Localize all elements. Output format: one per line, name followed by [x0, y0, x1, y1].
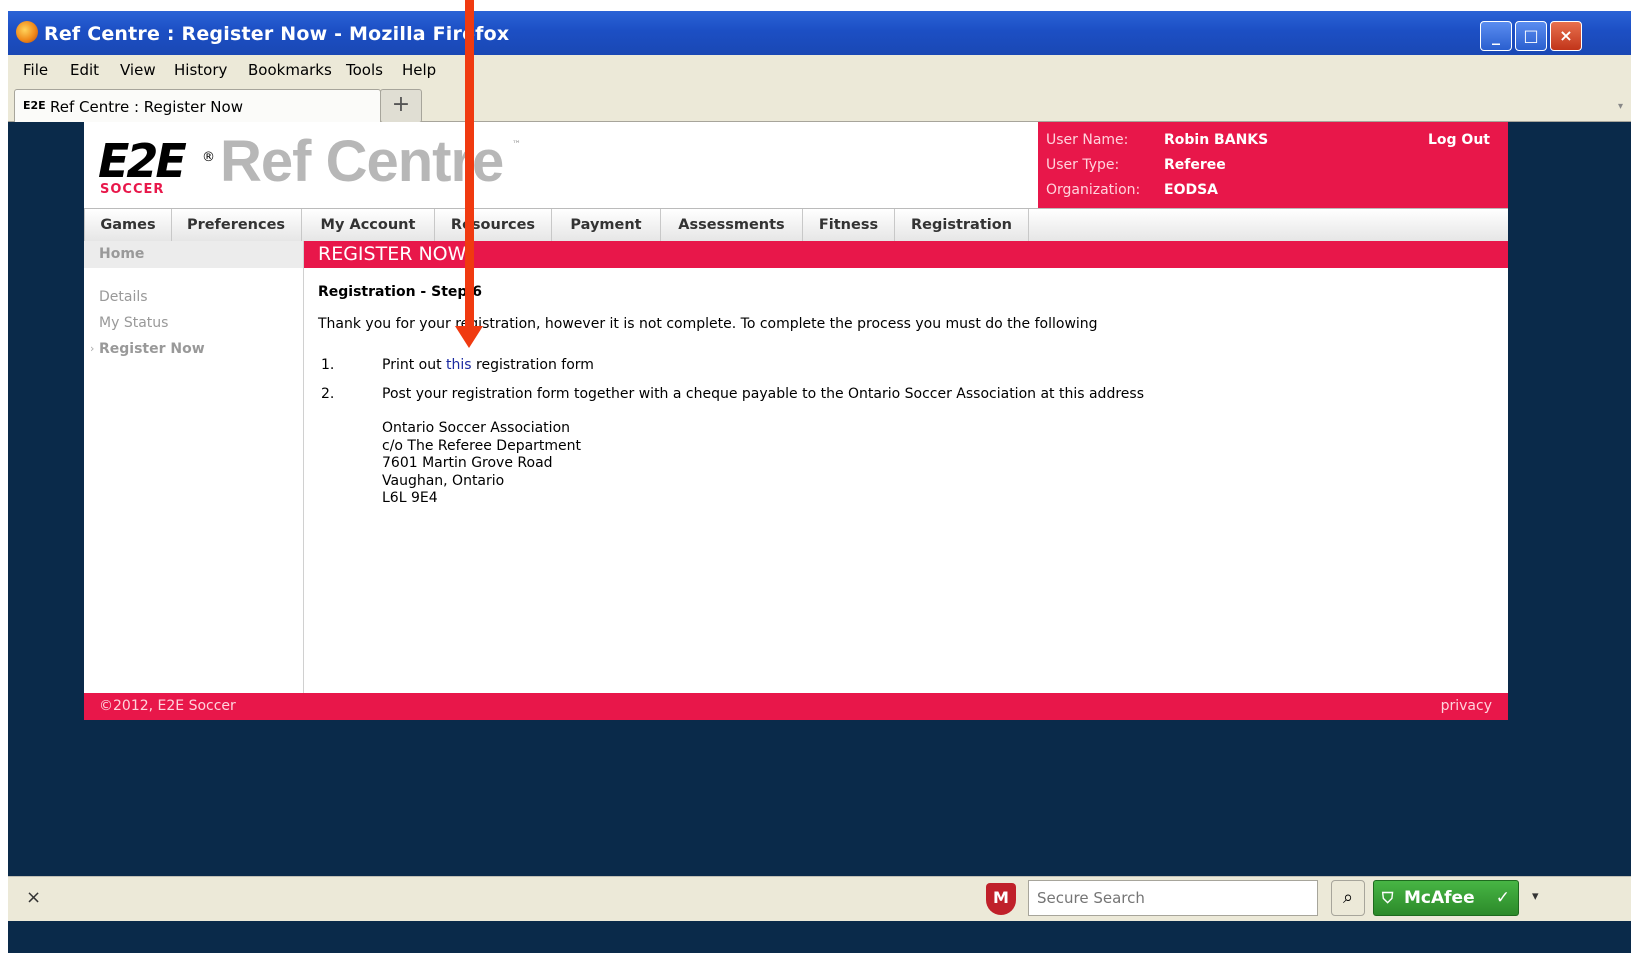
web-page: E2E SOCCER ® Ref Centre ™ User Name: Rob… [84, 122, 1508, 720]
new-tab-button[interactable]: + [380, 89, 422, 123]
annotation-arrow-shaft [465, 0, 474, 330]
sidebar-item-register-now[interactable]: Register Now [99, 341, 205, 357]
annotation-arrow-icon [455, 326, 483, 348]
user-type-label: User Type: [1046, 157, 1120, 173]
site-favicon: E2E [23, 99, 46, 112]
secure-search-box [1028, 880, 1318, 916]
status-bar: × M ⌕ ⛉ McAfee ✓ ▾ [8, 876, 1631, 921]
menu-edit[interactable]: Edit [70, 61, 99, 79]
list-item-print: Print out this registration form [382, 357, 594, 373]
user-name-label: User Name: [1046, 132, 1129, 148]
sidebar-home-label: Home [99, 246, 145, 262]
registered-mark: ® [202, 150, 215, 165]
print-text-pre: Print out [382, 357, 447, 373]
sidebar-home[interactable]: Home [84, 241, 303, 268]
nav-payment[interactable]: Payment [552, 209, 661, 241]
page-heading-text: REGISTER NOW [318, 243, 467, 265]
menu-view[interactable]: View [120, 61, 156, 79]
copyright-text: ©2012, E2E Soccer [99, 698, 236, 714]
search-icon[interactable]: ⌕ [1331, 880, 1365, 916]
menu-bar: File Edit View History Bookmarks Tools H… [8, 55, 1631, 85]
site-footer: ©2012, E2E Soccer privacy [84, 693, 1508, 720]
step-title: Registration - Step 6 [318, 284, 483, 300]
user-info-panel: User Name: Robin BANKS User Type: Refere… [1038, 122, 1508, 208]
organization-value: EODSA [1164, 182, 1219, 198]
mailing-address: Ontario Soccer Association c/o The Refer… [382, 420, 581, 508]
chevron-down-icon[interactable]: ▾ [1532, 889, 1539, 904]
main-content: REGISTER NOW Registration - Step 6 Thank… [304, 241, 1508, 693]
user-type-value: Referee [1164, 157, 1226, 173]
brand-title: Ref Centre [220, 129, 504, 194]
secure-search-input[interactable] [1035, 882, 1309, 914]
tab-bar: E2E Ref Centre : Register Now + ▾ [8, 85, 1631, 123]
menu-file[interactable]: File [23, 61, 48, 79]
check-icon: ✓ [1495, 888, 1510, 908]
nav-registration[interactable]: Registration [895, 209, 1029, 241]
print-text-post: registration form [471, 357, 594, 373]
main-nav: Games Preferences My Account Resources P… [84, 208, 1508, 242]
registration-form-link[interactable]: this [446, 357, 472, 373]
menu-history[interactable]: History [174, 61, 227, 79]
address-line: Ontario Soccer Association [382, 420, 571, 436]
user-name-value: Robin BANKS [1164, 132, 1269, 148]
browser-tab[interactable]: E2E Ref Centre : Register Now [14, 89, 381, 122]
menu-bookmarks[interactable]: Bookmarks [248, 61, 332, 79]
mcafee-label: McAfee [1404, 888, 1475, 908]
sidebar: Home Details My Status › Register Now [84, 241, 304, 693]
mcafee-shield-icon[interactable]: M [986, 883, 1016, 915]
minimize-button[interactable]: _ [1480, 21, 1512, 51]
logo-text: E2E [98, 134, 187, 188]
mcafee-button[interactable]: ⛉ McAfee ✓ [1373, 880, 1519, 916]
nav-assessments[interactable]: Assessments [661, 209, 803, 241]
logo-subtext: SOCCER [100, 182, 165, 197]
privacy-link[interactable]: privacy [1441, 693, 1492, 720]
nav-preferences[interactable]: Preferences [171, 209, 302, 241]
instruction-message: Thank you for your registration, however… [318, 316, 1098, 332]
menu-tools[interactable]: Tools [346, 61, 383, 79]
trademark-mark: ™ [512, 140, 521, 150]
nav-fitness[interactable]: Fitness [803, 209, 895, 241]
log-out-link[interactable]: Log Out [1428, 132, 1490, 148]
list-number-2: 2. [321, 386, 335, 402]
window-title: Ref Centre : Register Now - Mozilla Fire… [44, 23, 510, 45]
site-header: E2E SOCCER ® Ref Centre ™ User Name: Rob… [84, 122, 1508, 208]
list-number-1: 1. [321, 357, 335, 373]
sidebar-item-my-status[interactable]: My Status [99, 315, 168, 331]
nav-games[interactable]: Games [84, 209, 172, 241]
address-line: Vaughan, Ontario [382, 472, 505, 489]
browser-window: Ref Centre : Register Now - Mozilla Fire… [8, 11, 1631, 953]
address-line: c/o The Referee Department [382, 437, 582, 454]
mcafee-logo-icon: ⛉ [1382, 889, 1394, 907]
tab-title: Ref Centre : Register Now [50, 98, 243, 116]
close-button[interactable]: × [1550, 21, 1582, 51]
address-line: L6L 9E4 [382, 490, 438, 506]
page-heading: REGISTER NOW [304, 241, 1508, 268]
sidebar-item-details[interactable]: Details [99, 289, 148, 305]
menu-help[interactable]: Help [402, 61, 436, 79]
address-line: 7601 Martin Grove Road [382, 455, 553, 471]
chevron-right-icon: › [90, 342, 95, 355]
e2e-soccer-logo: E2E SOCCER ® [98, 134, 215, 198]
nav-resources[interactable]: Resources [435, 209, 552, 241]
nav-my-account[interactable]: My Account [302, 209, 435, 241]
title-bar: Ref Centre : Register Now - Mozilla Fire… [8, 11, 1631, 55]
tab-list-icon[interactable]: ▾ [1618, 101, 1623, 112]
firefox-icon [16, 21, 38, 43]
organization-label: Organization: [1046, 182, 1141, 198]
maximize-button[interactable]: □ [1515, 21, 1547, 51]
list-item-post: Post your registration form together wit… [382, 386, 1144, 402]
close-icon[interactable]: × [26, 887, 41, 908]
